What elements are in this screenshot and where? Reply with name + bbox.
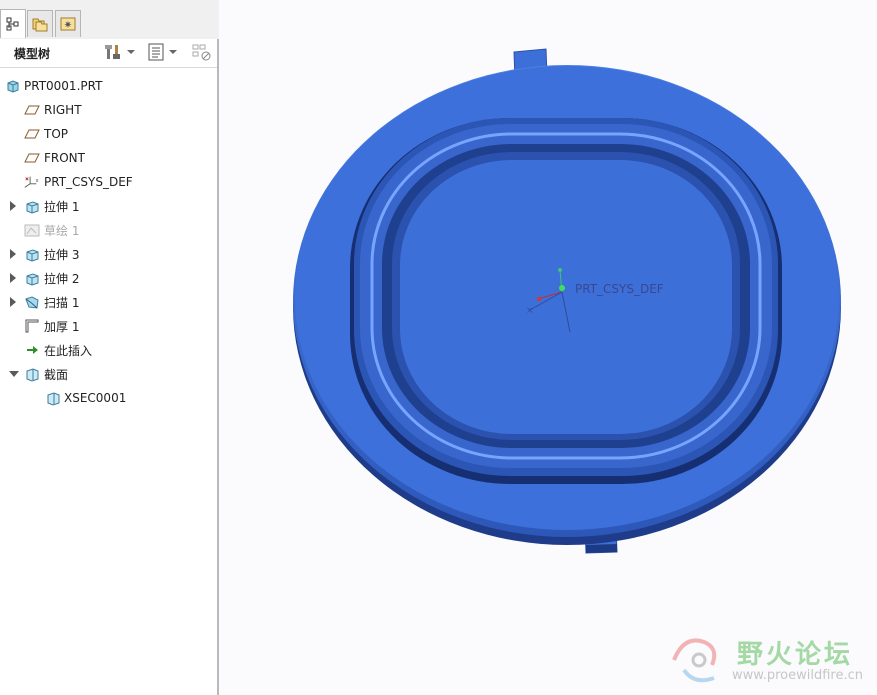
svg-text:x: x [35, 178, 38, 184]
tree-root-item[interactable]: PRT0001.PRT [0, 75, 217, 97]
tree-item-label: 加厚 1 [44, 319, 80, 334]
model-tree-header: 模型树 [0, 39, 217, 68]
favorites-icon: ✷ [60, 17, 76, 31]
graphics-viewport[interactable]: × [219, 0, 877, 695]
collapse-arrow-icon[interactable] [9, 371, 19, 377]
tree-item-xsec0001[interactable]: XSEC0001 [0, 387, 217, 409]
tree-item-sweep-1[interactable]: 扫描 1 [0, 291, 217, 313]
tools-icon [105, 45, 120, 59]
csys-label: PRT_CSYS_DEF [575, 282, 664, 296]
tree-item-top[interactable]: TOP [0, 123, 217, 145]
groove-ring [350, 118, 782, 484]
filter-icon [192, 44, 211, 61]
tree-item-extrude-1[interactable]: 拉伸 1 [0, 195, 217, 217]
tree-item-label: TOP [44, 127, 69, 141]
expand-arrow-icon[interactable] [10, 273, 16, 283]
thicken-icon [25, 319, 39, 333]
watermark-title: 野火论坛 [737, 640, 854, 670]
tree-item-label: 截面 [44, 367, 69, 382]
model-tree-panel: 模型树 PRT0001.PRT RIGHT TOP FRONT x PRT_CS… [0, 39, 219, 695]
tree-item-section[interactable]: 截面 [0, 363, 217, 385]
datum-plane-icon [24, 105, 40, 115]
model-tree-icon [6, 17, 19, 31]
expand-arrow-icon[interactable] [10, 201, 16, 211]
tree-item-label: 在此插入 [44, 343, 93, 358]
expand-arrow-icon[interactable] [10, 297, 16, 307]
insert-here-arrow-icon [27, 346, 38, 354]
datum-plane-icon [24, 153, 40, 163]
tree-item-front[interactable]: FRONT [0, 147, 217, 169]
csys-icon: x [24, 176, 39, 188]
filter-button[interactable] [192, 43, 212, 61]
tree-item-label: 草绘 1 [44, 223, 80, 238]
svg-text:×: × [526, 306, 534, 316]
tree-item-label: 拉伸 3 [44, 247, 80, 262]
tree-item-thicken-1[interactable]: 加厚 1 [0, 315, 217, 337]
extrude-icon [26, 249, 39, 262]
section-icon [26, 368, 39, 382]
tree-item-sketch-1[interactable]: 草绘 1 [0, 219, 217, 241]
sweep-icon [25, 296, 39, 309]
section-icon [47, 392, 60, 406]
tree-item-label: 扫描 1 [44, 295, 80, 310]
sketch-icon [24, 224, 40, 237]
folder-browser-tab[interactable] [27, 10, 53, 37]
svg-text:✷: ✷ [64, 20, 72, 31]
model-tree-tab[interactable] [0, 9, 26, 38]
tree-item-label: PRT_CSYS_DEF [44, 175, 133, 189]
panel-title: 模型树 [14, 47, 51, 61]
chevron-down-icon [169, 50, 177, 54]
datum-plane-icon [24, 129, 40, 139]
forum-logo-icon [672, 638, 717, 683]
chevron-down-icon [127, 50, 135, 54]
tree-item-insert-here[interactable]: 在此插入 [0, 339, 217, 361]
show-dropdown-button[interactable] [148, 43, 177, 61]
tree-item-label: XSEC0001 [64, 391, 127, 405]
tree-item-extrude-2[interactable]: 拉伸 2 [0, 267, 217, 289]
tree-item-label: 拉伸 2 [44, 271, 80, 286]
tree-item-right[interactable]: RIGHT [0, 99, 217, 121]
settings-dropdown-button[interactable] [104, 43, 135, 61]
tree-item-extrude-3[interactable]: 拉伸 3 [0, 243, 217, 265]
navigator-tab-strip: ✷ [0, 0, 219, 40]
favorites-tab[interactable]: ✷ [55, 10, 81, 37]
tree-item-label: 拉伸 1 [44, 199, 80, 214]
tree-item-label: RIGHT [44, 103, 82, 117]
extrude-icon [26, 201, 39, 214]
tree-item-label: FRONT [44, 151, 85, 165]
tree-root-label: PRT0001.PRT [24, 79, 103, 93]
extrude-icon [26, 273, 39, 286]
part-icon [7, 80, 19, 93]
watermark-url: www.proewildfire.cn [732, 668, 863, 683]
expand-arrow-icon[interactable] [10, 249, 16, 259]
tree-item-csys[interactable]: x PRT_CSYS_DEF [0, 171, 217, 193]
list-icon [148, 43, 164, 61]
folder-browser-icon [32, 18, 48, 32]
